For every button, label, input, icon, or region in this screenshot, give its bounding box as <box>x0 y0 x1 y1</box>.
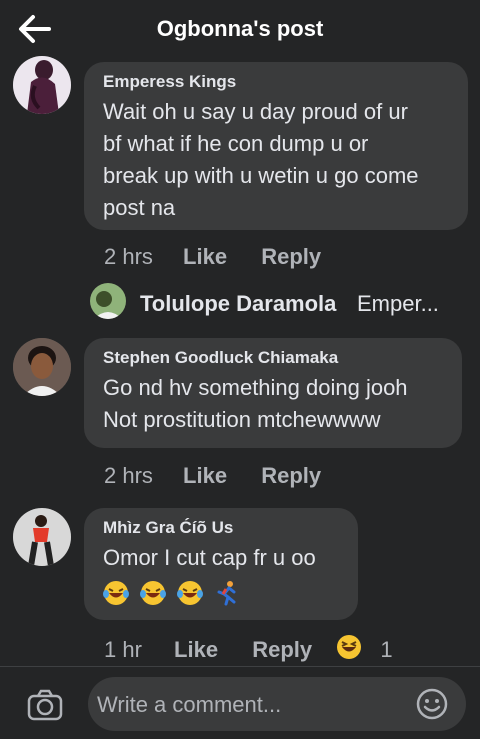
laughing-tears-emoji-icon <box>103 581 129 606</box>
reply-button[interactable]: Reply <box>261 244 321 270</box>
comment-input-placeholder: Write a comment... <box>97 692 282 717</box>
avatar[interactable] <box>13 56 71 114</box>
like-button[interactable]: Like <box>174 637 218 663</box>
comment-time[interactable]: 2 hrs <box>104 463 153 489</box>
running-person-emoji-icon <box>217 581 236 606</box>
reply-snippet: Emper... <box>357 291 439 316</box>
comment-meta: 1 hr Like Reply 1 <box>104 634 393 663</box>
camera-icon[interactable] <box>27 689 63 721</box>
reaction-count: 1 <box>380 637 393 662</box>
avatar[interactable] <box>13 508 71 566</box>
comment-text: Wait oh u say u day proud of ur bf what … <box>103 99 419 220</box>
laughing-tears-emoji-icon <box>177 581 204 606</box>
avatar[interactable] <box>90 283 126 319</box>
laughing-tears-emoji-icon <box>140 581 167 606</box>
reply-author[interactable]: Tolulope Daramola <box>140 291 336 317</box>
top-bar: Ogbonna's post <box>0 0 480 60</box>
emoji-picker-icon[interactable] <box>416 688 448 720</box>
comment-composer: Write a comment... <box>0 666 480 739</box>
comment-text: Omor I cut cap fr u oo <box>103 542 338 606</box>
comment-time[interactable]: 2 hrs <box>104 244 153 270</box>
reply-button[interactable]: Reply <box>261 463 321 489</box>
avatar[interactable] <box>13 338 71 396</box>
comment-bubble[interactable]: Mhìz Gra Ćíõ Us Omor I cut cap fr u oo <box>84 508 358 620</box>
reply-preview[interactable]: Tolulope Daramola Emper... <box>90 283 470 323</box>
comment-author[interactable]: Mhìz Gra Ćíõ Us <box>103 518 338 538</box>
comment-author[interactable]: Stephen Goodluck Chiamaka <box>103 348 442 368</box>
comment-meta: 2 hrs Like Reply <box>104 244 321 270</box>
page-title: Ogbonna's post <box>156 16 324 41</box>
comment-bubble[interactable]: Stephen Goodluck Chiamaka Go nd hv somet… <box>84 338 462 448</box>
comment-author[interactable]: Emperess Kings <box>103 72 448 92</box>
like-button[interactable]: Like <box>183 244 227 270</box>
comment-meta: 2 hrs Like Reply <box>104 463 321 489</box>
comment-bubble[interactable]: Emperess Kings Wait oh u say u day proud… <box>84 62 468 230</box>
comment-time[interactable]: 1 hr <box>104 637 142 663</box>
like-button[interactable]: Like <box>183 463 227 489</box>
comment-input[interactable]: Write a comment... <box>88 677 466 731</box>
reply-button[interactable]: Reply <box>252 637 312 663</box>
comment-text: Go nd hv something doing jooh Not prosti… <box>103 375 408 432</box>
haha-reaction-icon[interactable] <box>336 634 362 660</box>
